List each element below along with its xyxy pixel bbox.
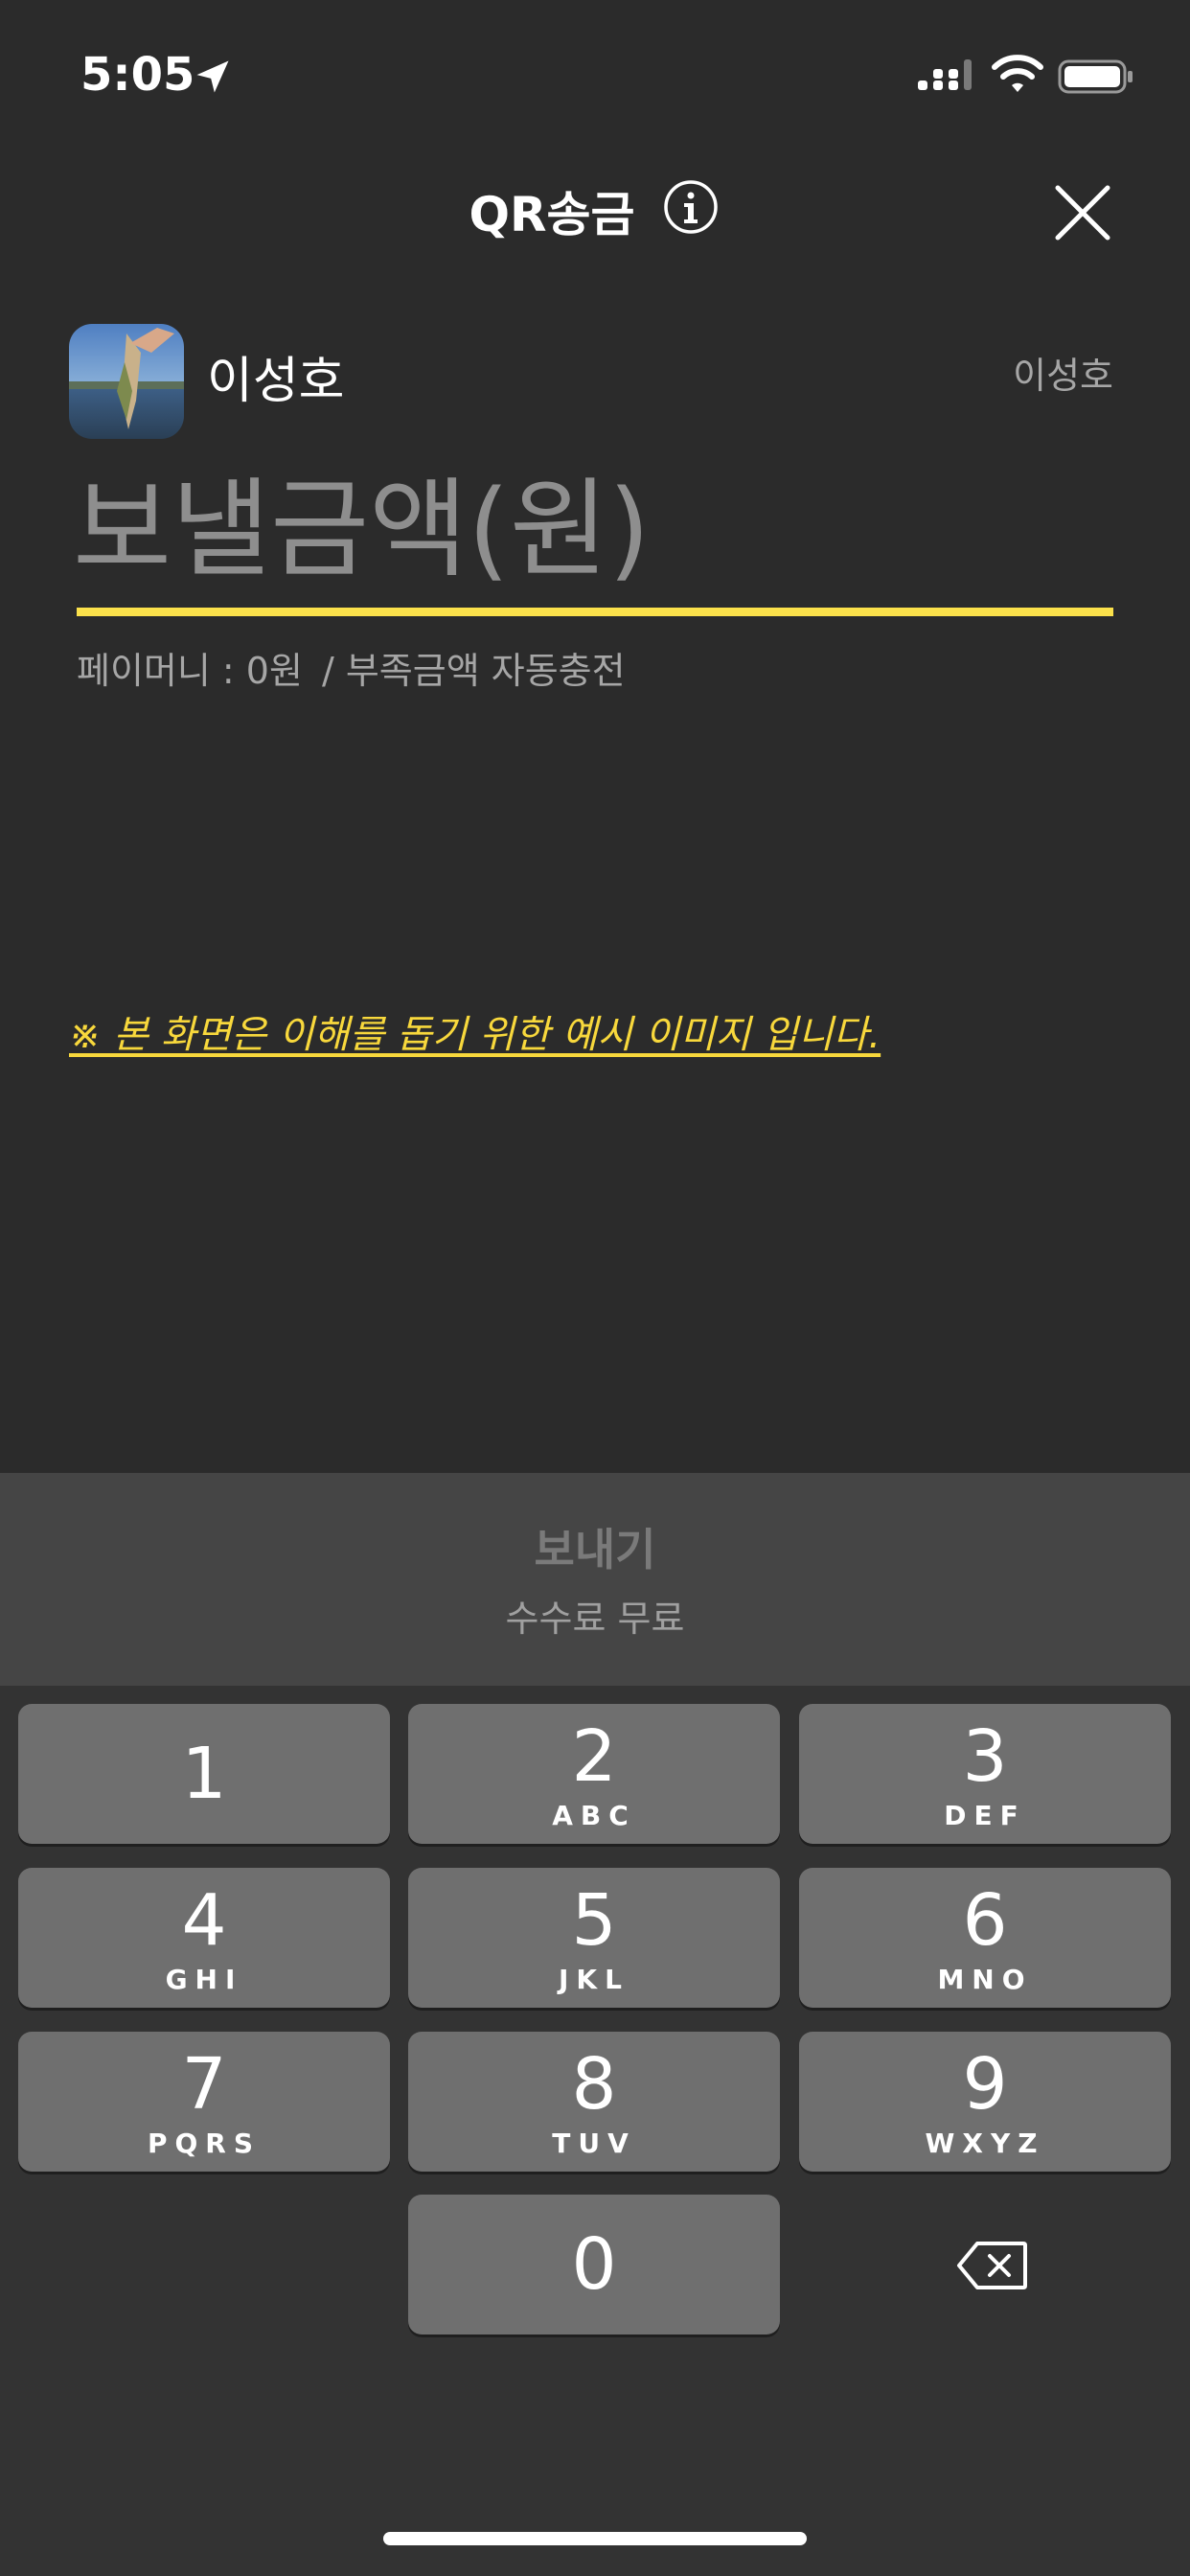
info-circle-icon[interactable] [663, 179, 719, 235]
key-letters: GHI [165, 1964, 243, 1995]
fee-label: 수수료 무료 [505, 1598, 685, 1640]
amount-underline [77, 608, 1113, 616]
header: QR송금 [0, 163, 1190, 259]
key-letters: DEF [944, 1800, 1026, 1831]
key-digit: 4 [181, 1879, 227, 1962]
wifi-icon [992, 55, 1043, 92]
auto-charge-label: / 부족금액 자동충전 [321, 650, 626, 692]
key-letters: JKL [559, 1964, 629, 1995]
key-digit: 6 [962, 1879, 1008, 1962]
example-image-notice: ※ 본 화면은 이해를 돕기 위한 예시 이미지 입니다. [69, 1013, 881, 1057]
status-bar: 5:05 [0, 0, 1190, 144]
avatar [69, 324, 184, 439]
key-0[interactable]: 0 [408, 2195, 780, 2334]
key-digit: 5 [571, 1879, 617, 1962]
send-label: 보내기 [534, 1524, 656, 1576]
key-3[interactable]: 3 DEF [799, 1704, 1171, 1844]
key-2[interactable]: 2 ABC [408, 1704, 780, 1844]
key-digit: 7 [181, 2043, 227, 2126]
key-letters: ABC [552, 1800, 636, 1831]
key-9[interactable]: 9 WXYZ [799, 2032, 1171, 2172]
recipient-name: 이성호 [207, 353, 345, 410]
key-7[interactable]: 7 PQRS [18, 2032, 390, 2172]
key-6[interactable]: 6 MNO [799, 1868, 1171, 2008]
key-digit: 1 [181, 1733, 227, 1815]
balance-row: 페이머니 : 0원 / 부족금액 자동충전 [77, 644, 626, 698]
key-digit: 9 [962, 2043, 1008, 2126]
key-4[interactable]: 4 GHI [18, 1868, 390, 2008]
key-digit: 0 [571, 2223, 617, 2306]
key-letters: PQRS [147, 2128, 262, 2159]
key-letters: TUV [552, 2128, 636, 2159]
home-indicator[interactable] [383, 2532, 807, 2545]
key-letters: WXYZ [925, 2128, 1045, 2159]
recipient-account-label: 이성호 [1013, 355, 1113, 397]
key-letters: MNO [937, 1964, 1033, 1995]
numeric-keypad: 1 2 ABC 3 DEF 4 GHI 5 JKL 6 MNO 7 PQRS 8… [0, 1686, 1190, 2576]
key-digit: 8 [571, 2043, 617, 2126]
key-digit: 3 [962, 1715, 1008, 1798]
key-digit: 2 [571, 1715, 617, 1798]
key-5[interactable]: 5 JKL [408, 1868, 780, 2008]
battery-icon [1058, 59, 1133, 94]
qr-transfer-screen: 5:05 QR송금 이성호 이성호 보낼금액(원) 페이머니: 0원 / 부족… [0, 0, 1190, 2576]
page-title-wrap: QR송금 [0, 176, 1190, 249]
location-arrow-icon [196, 60, 229, 93]
pay-money-balance: 페이머니 : 0원 [77, 650, 303, 692]
send-button[interactable]: 보내기 수수료 무료 [0, 1473, 1190, 1686]
backspace-icon [957, 2242, 1027, 2289]
signal-icon [918, 59, 972, 90]
status-time: 5:05 [80, 48, 195, 102]
close-button[interactable] [1050, 180, 1115, 245]
backspace-button[interactable] [799, 2195, 1171, 2334]
key-1[interactable]: 1 [18, 1704, 390, 1844]
recipient-photo [69, 324, 184, 439]
amount-input[interactable] [73, 458, 1117, 602]
key-8[interactable]: 8 TUV [408, 2032, 780, 2172]
